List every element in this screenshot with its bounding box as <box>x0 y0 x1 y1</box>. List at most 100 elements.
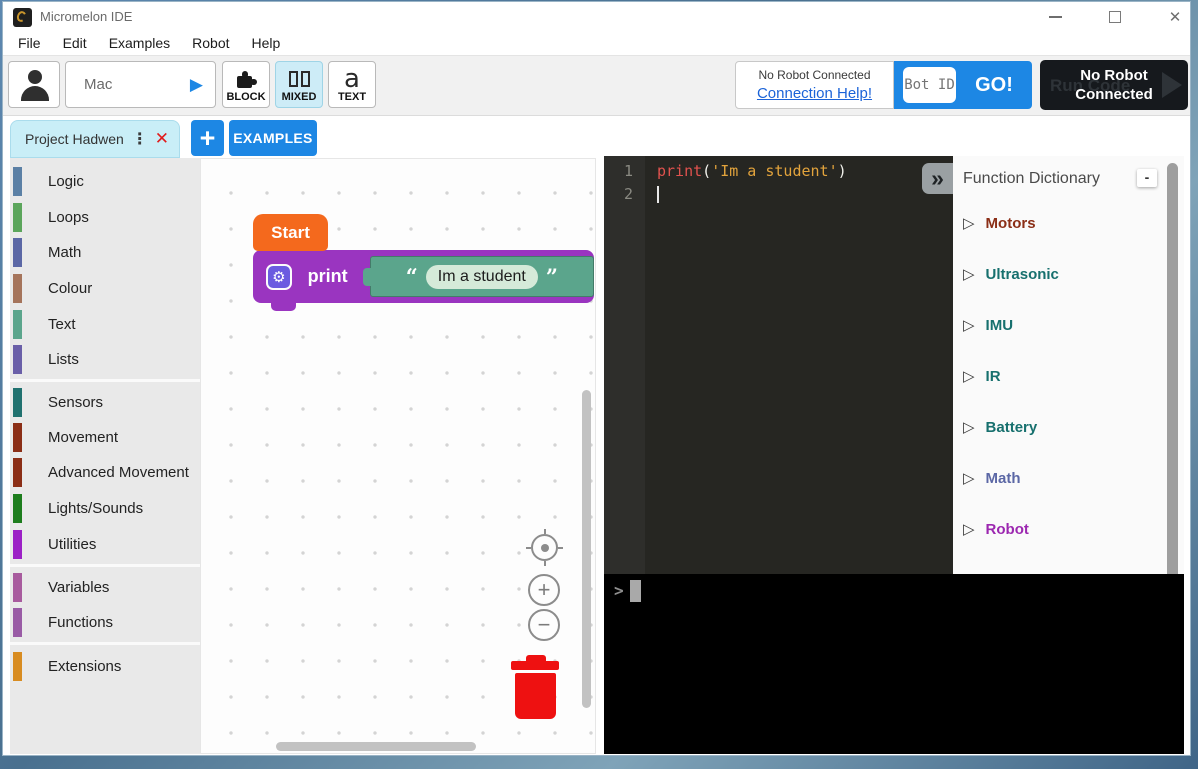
console-panel[interactable]: > <box>604 574 1184 754</box>
toolbox-item-variables[interactable]: Variables <box>10 569 200 605</box>
toolbox-item-logic[interactable]: Logic <box>10 163 200 199</box>
expand-triangle-icon: ▷ <box>963 469 975 487</box>
examples-button[interactable]: EXAMPLES <box>229 120 317 156</box>
mode-text-button[interactable]: a TEXT <box>328 61 376 108</box>
text-cursor <box>657 186 659 203</box>
toolbox-item-loops[interactable]: Loops <box>10 199 200 235</box>
close-button[interactable]: ✕ <box>1160 6 1190 28</box>
code-line-2 <box>645 183 847 206</box>
block-workspace[interactable]: Start ⚙ print “ Im a student ” + − <box>200 158 596 754</box>
expand-triangle-icon: ▷ <box>963 265 975 283</box>
split-panes-icon <box>289 71 310 87</box>
menu-examples[interactable]: Examples <box>98 35 181 51</box>
plus-icon: + <box>538 577 551 603</box>
workspace-vertical-scrollbar[interactable] <box>582 390 591 708</box>
expand-triangle-icon: ▷ <box>963 418 975 436</box>
maximize-icon <box>1109 11 1121 23</box>
user-account-button[interactable] <box>8 61 60 108</box>
letter-a-icon: a <box>344 69 360 89</box>
token-string: 'Im a student' <box>711 162 837 180</box>
toolbox-item-utilities[interactable]: Utilities <box>10 526 200 562</box>
menu-edit[interactable]: Edit <box>52 35 98 51</box>
run-code-button[interactable]: Run Code No Robot Connected <box>1040 60 1188 110</box>
add-tab-button[interactable]: + <box>191 120 224 156</box>
toolbox-item-text[interactable]: Text <box>10 306 200 342</box>
toolbox-item-colour[interactable]: Colour <box>10 270 200 306</box>
bot-id-input[interactable] <box>903 67 956 103</box>
tab-close-icon[interactable]: ✕ <box>155 129 169 149</box>
mutator-gear-icon[interactable]: ⚙ <box>266 264 292 290</box>
go-button[interactable]: GO! <box>956 74 1032 97</box>
minimize-button[interactable] <box>1040 6 1070 28</box>
dictionary-item-robot[interactable]: ▷Robot <box>963 520 1029 538</box>
print-block[interactable]: ⚙ print “ Im a student ” <box>253 250 594 303</box>
dictionary-item-math[interactable]: ▷Math <box>963 469 1021 487</box>
mode-mixed-button[interactable]: MIXED <box>275 61 323 108</box>
dictionary-item-motors[interactable]: ▷Motors <box>963 214 1036 232</box>
maximize-button[interactable] <box>1100 6 1130 28</box>
dictionary-collapse-button[interactable]: - <box>1137 169 1157 187</box>
zoom-in-button[interactable]: + <box>528 574 560 606</box>
tab-project[interactable]: Project Hadwen ⋮ ✕ <box>10 120 180 158</box>
workspace-horizontal-scrollbar[interactable] <box>276 742 476 751</box>
close-icon: ✕ <box>1169 8 1182 26</box>
toolbox-divider <box>10 642 200 645</box>
toolbox-item-advanced-movement[interactable]: Advanced Movement <box>10 454 200 490</box>
line-number: 1 <box>604 160 633 183</box>
robot-select-value: Mac <box>84 76 190 93</box>
app-logo-icon <box>13 8 32 27</box>
editor-collapse-button[interactable]: » <box>922 163 953 194</box>
go-group: GO! <box>894 61 1032 109</box>
crosshair-icon <box>541 544 549 552</box>
robot-select-dropdown[interactable]: Mac ▶ <box>65 61 216 108</box>
expand-triangle-icon: ▷ <box>963 367 975 385</box>
toolbox-item-functions[interactable]: Functions <box>10 604 200 640</box>
block-toolbox: Logic Loops Math Colour Text Lists Senso… <box>10 158 200 754</box>
toolbox-item-sensors[interactable]: Sensors <box>10 384 200 420</box>
dictionary-title: Function Dictionary <box>963 170 1100 188</box>
toolbox-item-movement[interactable]: Movement <box>10 419 200 455</box>
line-number-gutter: 1 2 <box>604 156 645 574</box>
toolbox-item-math[interactable]: Math <box>10 234 200 270</box>
tab-bar: Project Hadwen ⋮ ✕ + EXAMPLES <box>3 117 1190 158</box>
token-function: print <box>657 162 702 180</box>
mode-block-button[interactable]: BLOCK <box>222 61 270 108</box>
console-prompt: > <box>614 581 624 600</box>
start-block[interactable]: Start <box>253 214 328 251</box>
line-number: 2 <box>604 183 633 206</box>
dictionary-item-ir[interactable]: ▷IR <box>963 367 1001 385</box>
dictionary-scrollbar[interactable] <box>1167 163 1178 633</box>
string-connector-tab <box>363 268 372 286</box>
toolbox-item-lists[interactable]: Lists <box>10 341 200 377</box>
dictionary-item-imu[interactable]: ▷IMU <box>963 316 1013 334</box>
token-paren: ) <box>838 162 847 180</box>
toolbox-item-lights-sounds[interactable]: Lights/Sounds <box>10 490 200 526</box>
block-bottom-connector <box>271 303 296 311</box>
connection-panel: No Robot Connected Connection Help! <box>735 61 894 109</box>
recenter-button[interactable] <box>531 534 558 561</box>
expand-triangle-icon: ▷ <box>963 316 975 334</box>
title-bar <box>3 2 1190 30</box>
user-icon <box>28 70 42 84</box>
dictionary-item-battery[interactable]: ▷Battery <box>963 418 1037 436</box>
toolbox-divider <box>10 379 200 382</box>
app-title: Micromelon IDE <box>40 9 132 24</box>
toolbox-item-extensions[interactable]: Extensions <box>10 648 200 684</box>
menu-robot[interactable]: Robot <box>181 35 240 51</box>
string-block[interactable]: “ Im a student ” <box>370 256 594 297</box>
code-editor[interactable]: 1 2 print('Im a student') » <box>604 156 953 574</box>
dictionary-item-ultrasonic[interactable]: ▷Ultrasonic <box>963 265 1059 283</box>
connection-help-link[interactable]: Connection Help! <box>757 85 872 102</box>
connection-status: No Robot Connected <box>758 68 870 82</box>
trash-button[interactable] <box>511 655 561 721</box>
zoom-out-button[interactable]: − <box>528 609 560 641</box>
menu-help[interactable]: Help <box>241 35 292 51</box>
tab-menu-icon[interactable]: ⋮ <box>125 129 155 149</box>
tab-project-label: Project Hadwen <box>25 131 125 147</box>
close-quote-icon: ” <box>546 272 558 282</box>
dropdown-arrow-icon: ▶ <box>190 75 203 95</box>
string-value-field[interactable]: Im a student <box>426 265 538 289</box>
open-quote-icon: “ <box>406 272 418 282</box>
menu-file[interactable]: File <box>7 35 52 51</box>
puzzle-icon <box>235 70 257 88</box>
